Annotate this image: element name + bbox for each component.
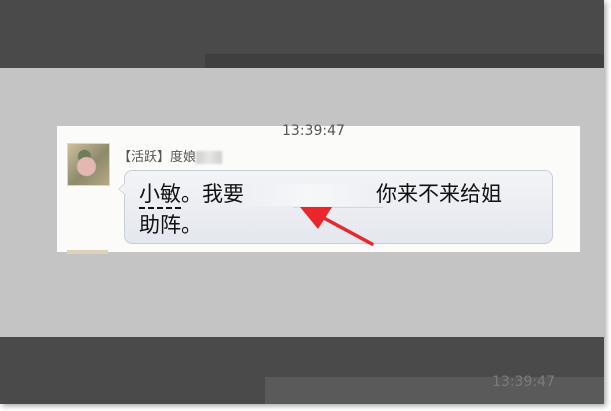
sender-name-redacted (196, 151, 223, 164)
chat-message-panel: 13:39:47 【活跃】度娘 小敏。我要 你来不来给姐 助阵。 (57, 123, 580, 254)
message-text-end: 你来不来给姐 (376, 182, 502, 206)
top-band-panel (205, 54, 604, 68)
sender-name: 度娘 (170, 150, 197, 165)
message-line-1: 小敏。我要 你来不来给姐 (139, 178, 502, 209)
redacted-text (244, 184, 376, 206)
next-avatar-edge (67, 250, 108, 254)
redacted-underline (293, 207, 383, 208)
message-text-mid: 。我要 (181, 182, 244, 206)
mention-name[interactable]: 小敏 (139, 182, 181, 209)
message-line-2: 助阵。 (139, 213, 202, 237)
sender-avatar[interactable] (67, 143, 110, 186)
bubble-notch (118, 183, 125, 195)
bottom-ghost-timestamp: 13:39:47 (492, 374, 555, 390)
screenshot-frame: 13:39:47 【活跃】度娘 小敏。我要 你来不来给姐 助阵。 13:39:47 (0, 0, 604, 404)
top-dark-band (0, 0, 604, 68)
message-bubble[interactable]: 小敏。我要 你来不来给姐 助阵。 (118, 170, 553, 244)
sender-label[interactable]: 【活跃】度娘 (118, 146, 223, 165)
message-timestamp: 13:39:47 (282, 123, 345, 139)
sender-tag: 【活跃】 (118, 150, 171, 165)
